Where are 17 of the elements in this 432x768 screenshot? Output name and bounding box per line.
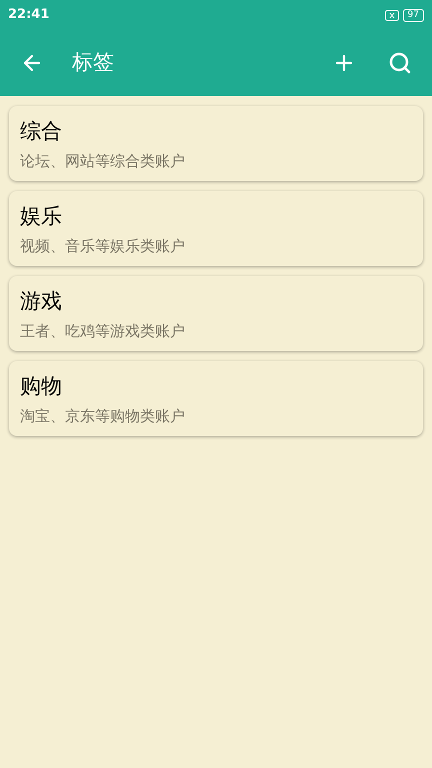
tag-name: 娱乐 (20, 203, 63, 230)
no-sim-icon (384, 10, 399, 20)
search-icon[interactable] (388, 51, 412, 75)
tag-card[interactable]: 娱乐 视频、音乐等娱乐类账户 (9, 191, 423, 266)
tag-description: 淘宝、京东等购物类账户 (20, 406, 186, 427)
page-title: 标签 (72, 49, 114, 76)
status-time: 22:41 (8, 6, 50, 24)
tag-card[interactable]: 购物 淘宝、京东等购物类账户 (9, 361, 423, 436)
tag-description: 王者、吃鸡等游戏类账户 (20, 321, 186, 342)
tag-name: 综合 (20, 118, 63, 145)
tag-card[interactable]: 综合 论坛、网站等综合类账户 (9, 106, 423, 181)
tag-name: 游戏 (20, 288, 63, 315)
tag-card[interactable]: 游戏 王者、吃鸡等游戏类账户 (9, 276, 423, 351)
tag-description: 论坛、网站等综合类账户 (20, 151, 186, 172)
tag-description: 视频、音乐等娱乐类账户 (20, 236, 186, 257)
battery-indicator: 97 (402, 8, 424, 22)
tag-name: 购物 (20, 373, 63, 400)
